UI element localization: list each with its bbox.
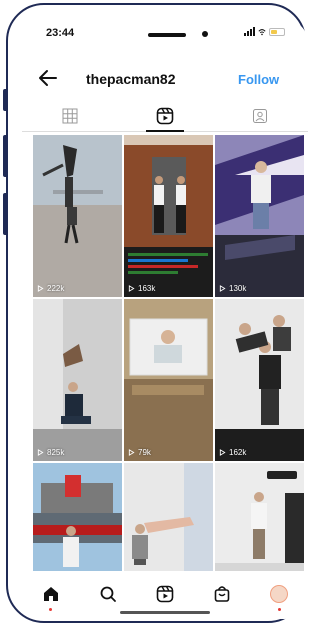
reel-thumbnail — [215, 135, 304, 297]
nav-home[interactable] — [40, 583, 62, 611]
reel-tile[interactable]: 163k — [124, 135, 213, 297]
phone-frame: 23:44 thepacman82 Follow 222k 163k 130k … — [3, 3, 308, 623]
volume-up-button — [3, 135, 8, 177]
home-icon — [43, 587, 58, 601]
home-indicator — [120, 611, 210, 614]
volume-down-button — [3, 193, 8, 235]
wifi-icon — [258, 28, 266, 35]
view-count: 162k — [219, 448, 246, 457]
back-arrow-icon[interactable] — [38, 69, 58, 87]
play-icon — [128, 449, 135, 456]
speaker-notch — [148, 33, 186, 37]
signal-icon — [244, 27, 255, 36]
status-bar: 23:44 — [22, 19, 308, 49]
camera-dot — [202, 31, 208, 37]
play-icon — [37, 449, 44, 456]
reel-thumbnail — [124, 135, 213, 297]
nav-reels[interactable] — [154, 583, 176, 605]
profile-avatar — [270, 585, 289, 603]
view-count-label: 825k — [47, 448, 65, 457]
reel-tile[interactable] — [124, 463, 213, 571]
view-count: 222k — [37, 284, 64, 293]
notification-dot — [49, 608, 53, 611]
grid-icon — [62, 108, 78, 124]
reel-thumbnail — [124, 463, 213, 571]
reel-tile[interactable] — [215, 463, 304, 571]
reels-grid: 222k 163k 130k 825k 79k 162k — [33, 135, 305, 571]
nav-shop[interactable] — [211, 583, 233, 605]
reel-tile[interactable]: 162k — [215, 299, 304, 461]
view-count-label: 222k — [47, 284, 65, 293]
reel-thumbnail — [33, 463, 122, 571]
follow-button[interactable]: Follow — [238, 72, 279, 87]
view-count: 163k — [128, 284, 155, 293]
view-count-label: 162k — [229, 448, 247, 457]
play-icon — [128, 285, 135, 292]
view-count-label: 130k — [229, 284, 247, 293]
tab-posts-grid[interactable] — [22, 101, 117, 131]
profile-username: thepacman82 — [86, 71, 176, 87]
view-count: 825k — [37, 448, 64, 457]
status-time: 23:44 — [46, 27, 75, 39]
nav-search[interactable] — [97, 583, 119, 605]
search-icon — [100, 586, 116, 602]
profile-tabs — [22, 101, 308, 132]
status-icons — [244, 27, 285, 36]
view-count-label: 163k — [138, 284, 156, 293]
profile-header: thepacman82 Follow — [22, 59, 308, 97]
tagged-icon — [253, 109, 268, 123]
reel-tile[interactable]: 825k — [33, 299, 122, 461]
shop-icon — [214, 586, 230, 602]
tab-tagged[interactable] — [213, 101, 308, 131]
screen: 23:44 thepacman82 Follow 222k 163k 130k … — [22, 19, 308, 619]
play-icon — [219, 449, 226, 456]
reel-tile[interactable]: 222k — [33, 135, 122, 297]
view-count-label: 79k — [138, 448, 151, 457]
view-count: 79k — [128, 448, 151, 457]
notification-dot — [277, 608, 281, 611]
reel-thumbnail — [33, 299, 122, 461]
reel-tile[interactable] — [33, 463, 122, 571]
reel-tile[interactable]: 130k — [215, 135, 304, 297]
play-icon — [219, 285, 226, 292]
reels-icon — [156, 585, 174, 603]
reel-thumbnail — [215, 299, 304, 461]
reel-thumbnail — [215, 463, 304, 571]
tab-reels[interactable] — [117, 101, 212, 132]
reels-icon — [156, 107, 174, 125]
nav-profile[interactable] — [268, 583, 290, 611]
play-icon — [37, 285, 44, 292]
reel-thumbnail — [124, 299, 213, 461]
reel-tile[interactable]: 79k — [124, 299, 213, 461]
battery-icon — [269, 27, 285, 36]
reel-thumbnail — [33, 135, 122, 297]
mute-switch — [3, 89, 8, 111]
view-count: 130k — [219, 284, 246, 293]
